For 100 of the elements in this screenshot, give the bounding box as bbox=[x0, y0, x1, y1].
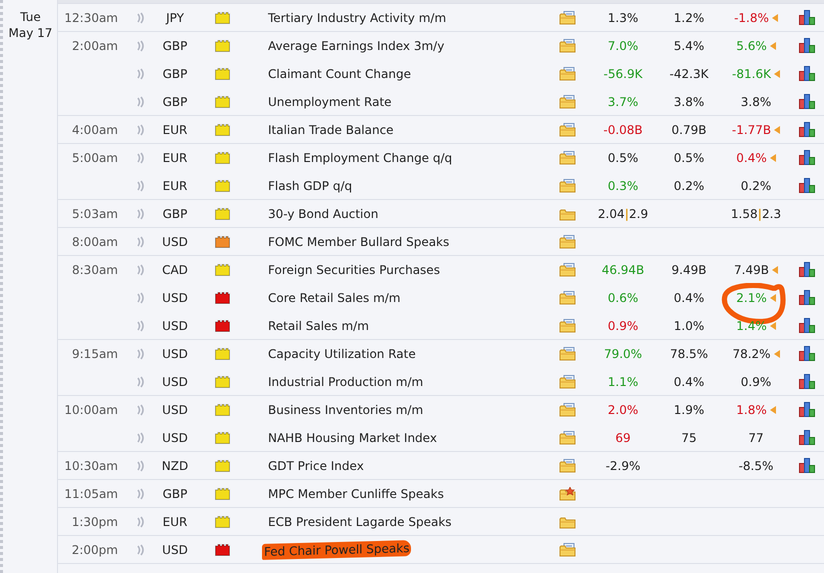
bar-chart-icon[interactable] bbox=[798, 262, 816, 277]
bar-chart-icon[interactable] bbox=[798, 402, 816, 417]
event-title[interactable]: Average Earnings Index 3m/y bbox=[268, 38, 444, 52]
folder-icon[interactable] bbox=[559, 206, 576, 220]
folder-icon[interactable] bbox=[559, 514, 576, 528]
currency-text: NZD bbox=[162, 458, 188, 472]
sound-icon[interactable] bbox=[136, 152, 144, 164]
time-text: 8:00am bbox=[72, 234, 118, 248]
sound-icon[interactable] bbox=[136, 180, 144, 192]
sound-icon[interactable] bbox=[136, 68, 144, 80]
time-text: 12:30am bbox=[64, 10, 118, 24]
time-text: 2:00am bbox=[72, 38, 118, 52]
folder-document-icon[interactable] bbox=[559, 374, 576, 388]
folder-document-icon[interactable] bbox=[559, 318, 576, 332]
folder-document-icon[interactable] bbox=[559, 178, 576, 192]
previous-value: -1.8% bbox=[734, 10, 769, 24]
event-title[interactable]: GDT Price Index bbox=[268, 458, 364, 472]
previous-value: 1.4% bbox=[736, 318, 767, 332]
sound-icon[interactable] bbox=[136, 208, 144, 220]
folder-document-icon[interactable] bbox=[559, 262, 576, 276]
sound-icon[interactable] bbox=[136, 404, 144, 416]
sound-icon[interactable] bbox=[136, 124, 144, 136]
actual-value: 0.5% bbox=[608, 150, 638, 164]
time-text: 1:30pm bbox=[72, 514, 118, 528]
actual-value: 0.6% bbox=[608, 290, 638, 304]
folder-document-icon[interactable] bbox=[559, 458, 576, 472]
event-title[interactable]: Tertiary Industry Activity m/m bbox=[268, 10, 446, 24]
event-title[interactable]: NAHB Housing Market Index bbox=[268, 430, 437, 444]
currency-text: EUR bbox=[162, 150, 188, 164]
folder-star-icon[interactable] bbox=[559, 486, 576, 500]
folder-document-icon[interactable] bbox=[559, 234, 576, 248]
event-title[interactable]: Core Retail Sales m/m bbox=[268, 290, 400, 304]
time-text: 10:00am bbox=[64, 402, 118, 416]
forecast-value: 9.49B bbox=[672, 262, 706, 276]
sound-icon[interactable] bbox=[136, 12, 144, 24]
bar-chart-icon[interactable] bbox=[798, 458, 816, 473]
bar-chart-icon[interactable] bbox=[798, 94, 816, 109]
event-title[interactable]: Industrial Production m/m bbox=[268, 374, 424, 388]
event-title[interactable]: Italian Trade Balance bbox=[268, 122, 394, 136]
bar-chart-icon[interactable] bbox=[798, 178, 816, 193]
currency-text: GBP bbox=[162, 206, 188, 220]
sound-icon[interactable] bbox=[136, 320, 144, 332]
previous-value: 0.4% bbox=[736, 150, 767, 164]
sound-icon[interactable] bbox=[136, 460, 144, 472]
event-title[interactable]: MPC Member Cunliffe Speaks bbox=[268, 486, 444, 500]
event-title[interactable]: Fed Chair Powell Speaks bbox=[262, 540, 412, 560]
bar-chart-icon[interactable] bbox=[798, 318, 816, 333]
sound-icon[interactable] bbox=[136, 236, 144, 248]
event-title[interactable]: Unemployment Rate bbox=[268, 94, 392, 108]
bar-chart-icon[interactable] bbox=[798, 430, 816, 445]
sound-icon[interactable] bbox=[136, 348, 144, 360]
sound-icon[interactable] bbox=[136, 432, 144, 444]
event-title[interactable]: ECB President Lagarde Speaks bbox=[268, 514, 452, 528]
previous-value: 1.8% bbox=[736, 402, 767, 416]
sound-icon[interactable] bbox=[136, 376, 144, 388]
event-title[interactable]: Foreign Securities Purchases bbox=[268, 262, 440, 276]
currency-text: USD bbox=[162, 402, 188, 416]
folder-document-icon[interactable] bbox=[559, 150, 576, 164]
bar-chart-icon[interactable] bbox=[798, 38, 816, 53]
folder-document-icon[interactable] bbox=[559, 290, 576, 304]
forecast-value: 0.4% bbox=[674, 374, 704, 388]
folder-document-icon[interactable] bbox=[559, 122, 576, 136]
actual-value: -56.9K bbox=[604, 66, 642, 80]
sound-icon[interactable] bbox=[136, 292, 144, 304]
folder-document-icon[interactable] bbox=[559, 10, 576, 24]
bar-chart-icon[interactable] bbox=[798, 66, 816, 81]
bar-chart-icon[interactable] bbox=[798, 150, 816, 165]
currency-text: EUR bbox=[162, 514, 188, 528]
bar-chart-icon[interactable] bbox=[798, 374, 816, 389]
event-title[interactable]: Capacity Utilization Rate bbox=[268, 346, 416, 360]
currency-text: USD bbox=[162, 430, 188, 444]
bar-chart-icon[interactable] bbox=[798, 122, 816, 137]
event-title[interactable]: 30-y Bond Auction bbox=[268, 206, 378, 220]
bar-chart-icon[interactable] bbox=[798, 290, 816, 305]
sound-icon[interactable] bbox=[136, 40, 144, 52]
folder-document-icon[interactable] bbox=[559, 430, 576, 444]
bar-chart-icon[interactable] bbox=[798, 346, 816, 361]
folder-document-icon[interactable] bbox=[559, 38, 576, 52]
sound-icon[interactable] bbox=[136, 96, 144, 108]
sound-icon[interactable] bbox=[136, 488, 144, 500]
event-title[interactable]: Business Inventories m/m bbox=[268, 402, 424, 416]
previous-value: 7.49B bbox=[734, 262, 769, 276]
event-title[interactable]: FOMC Member Bullard Speaks bbox=[268, 234, 450, 248]
previous-value: 3.8% bbox=[740, 94, 772, 108]
folder-document-icon[interactable] bbox=[559, 346, 576, 360]
folder-document-icon[interactable] bbox=[559, 402, 576, 416]
folder-document-icon[interactable] bbox=[559, 542, 576, 556]
folder-document-icon[interactable] bbox=[559, 94, 576, 108]
previous-value: -81.6K bbox=[732, 66, 771, 80]
event-title[interactable]: Flash Employment Change q/q bbox=[268, 150, 452, 164]
bar-chart-icon[interactable] bbox=[798, 10, 816, 25]
previous-value: 5.6% bbox=[736, 38, 767, 52]
actual-value: 7.0% bbox=[608, 38, 638, 52]
sound-icon[interactable] bbox=[136, 264, 144, 276]
sound-icon[interactable] bbox=[136, 544, 144, 556]
event-title[interactable]: Claimant Count Change bbox=[268, 66, 411, 80]
event-title[interactable]: Retail Sales m/m bbox=[268, 318, 369, 332]
folder-document-icon[interactable] bbox=[559, 66, 576, 80]
sound-icon[interactable] bbox=[136, 516, 144, 528]
event-title[interactable]: Flash GDP q/q bbox=[268, 178, 352, 192]
